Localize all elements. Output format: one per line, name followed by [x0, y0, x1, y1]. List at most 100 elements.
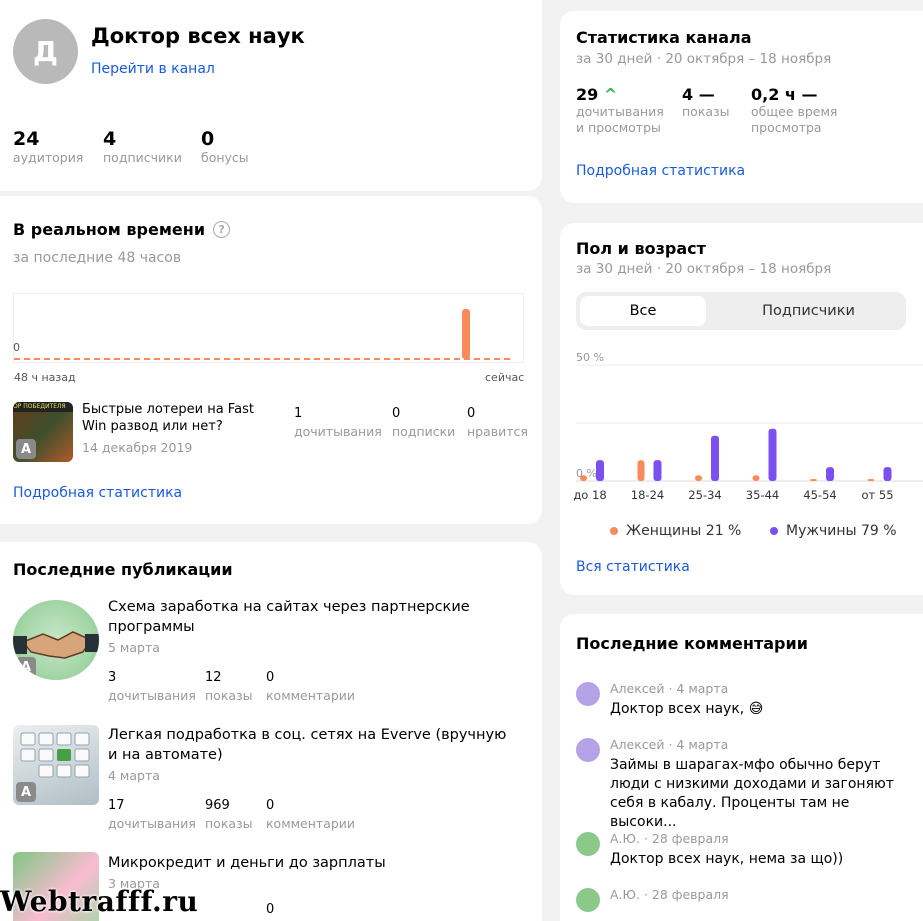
article-reads-label: дочитывания [294, 424, 382, 439]
publication-comments-label: комментарии [266, 816, 356, 831]
bar-women-25-34[interactable] [695, 475, 702, 481]
reads-views-value: 29 [576, 85, 599, 104]
article-likes-stat: 0 нравится [467, 406, 528, 439]
bar-women-до-18[interactable] [580, 475, 587, 481]
bar-men-45-54[interactable] [826, 467, 834, 481]
subscribers-label: подписчики [103, 150, 182, 165]
article-thumbnail[interactable]: ОР ПОБЕДИТЕЛЯ А [13, 402, 73, 462]
realtime-chart [13, 293, 524, 363]
realtime-details-link[interactable]: Подробная статистика [13, 485, 182, 501]
legend-men-dot [770, 527, 778, 535]
publication-comments-stat: 0 комментарии [266, 798, 355, 831]
x-tick-label: от 55 [861, 488, 893, 502]
bar-women-18-24[interactable] [637, 460, 645, 481]
comment-text[interactable]: Займы в шарагах-мфо обычно берут люди с … [610, 756, 905, 832]
channel-stats-details-link[interactable]: Подробная статистика [576, 163, 745, 179]
question-icon[interactable]: ? [213, 221, 231, 238]
channel-avatar[interactable]: Д [13, 19, 78, 84]
impressions-stat: 4 — показы [682, 85, 730, 120]
publication-views-value: 969 [205, 798, 230, 813]
comment-avatar[interactable] [576, 832, 600, 856]
publication-reads-label: дочитывания [108, 816, 196, 831]
comment-meta: А.Ю. · 28 февраля [610, 887, 729, 902]
article-badge: А [16, 439, 36, 459]
bar-men-от-55[interactable] [883, 467, 892, 481]
publication-reads-label: дочитывания [108, 688, 196, 703]
comment-avatar[interactable] [576, 888, 600, 912]
bar-men-18-24[interactable] [653, 460, 662, 481]
go-to-channel-link[interactable]: Перейти в канал [91, 61, 215, 77]
bar-men-35-44[interactable] [768, 428, 777, 481]
x-tick-label: 45-54 [803, 488, 836, 502]
publication-reads-value: 3 [108, 670, 117, 685]
thumbnail-caption: ОР ПОБЕДИТЕЛЯ [13, 402, 73, 412]
legend-women-label: Женщины 21 % [626, 523, 742, 539]
reads-views-label-1: дочитывания [576, 104, 664, 119]
bar-men-до-18[interactable] [596, 460, 604, 481]
impressions-label: показы [682, 104, 730, 119]
publication-reads-stat: 3 дочитывания [108, 670, 196, 703]
gender-age-card: Пол и возраст за 30 дней · 20 октября – … [560, 223, 923, 595]
trend-flat-icon: — [801, 85, 818, 104]
trend-flat-icon: — [698, 85, 715, 104]
publication-date: 4 марта [108, 768, 160, 783]
tab-subscribers[interactable]: Подписчики [716, 296, 901, 326]
legend-women-dot [610, 527, 618, 535]
publication-badge: А [16, 657, 36, 677]
channel-stats-period: за 30 дней · 20 октября – 18 ноября [576, 51, 832, 67]
x-tick-label: 35-44 [746, 488, 779, 502]
legend-men-label: Мужчины 79 % [786, 523, 897, 539]
publication-title[interactable]: Микрокредит и деньги до зарплаты [108, 853, 513, 873]
article-title[interactable]: Быстрые лотереи на Fast Win развод или н… [82, 401, 272, 435]
watch-time-label-2: просмотра [751, 120, 822, 135]
bar-men-25-34[interactable] [711, 435, 719, 481]
publication-comments-value: 0 [266, 670, 275, 685]
publication-reads-value: 17 [108, 798, 125, 813]
channel-stats-title: Статистика канала [576, 28, 752, 47]
impressions-value: 4 [682, 85, 694, 104]
realtime-title: В реальном времени [13, 220, 206, 239]
publication-title[interactable]: Схема заработка на сайтах через партнерс… [108, 597, 513, 637]
comment-text[interactable]: Доктор всех наук, нема за що)) [610, 850, 905, 869]
publication-reads-stat: 17 дочитывания [108, 798, 196, 831]
bonuses-label: бонусы [201, 150, 249, 165]
legend-men: Мужчины 79 % [770, 523, 897, 539]
comment-text[interactable]: Доктор всех наук, 😅 [610, 700, 905, 719]
publication-views-label: показы [205, 816, 253, 831]
bar-women-от-55[interactable] [867, 479, 875, 481]
publication-title[interactable]: Легкая подработка в соц. сетях на Everve… [108, 725, 513, 765]
publication-comments-label: комментарии [266, 688, 356, 703]
watermark: Webtrafff.ru [0, 885, 199, 918]
article-subs-label: подписки [392, 424, 456, 439]
comment-avatar[interactable] [576, 682, 600, 706]
comments-card: Последние комментарии Алексей · 4 марта … [560, 614, 923, 921]
publication-thumbnail[interactable]: А [13, 600, 99, 680]
article-reads-stat: 1 дочитывания [294, 406, 382, 439]
publications-title: Последние публикации [13, 560, 233, 579]
x-tick-label: 25-34 [688, 488, 721, 502]
publication-thumbnail[interactable]: А [13, 725, 99, 805]
realtime-spike-bar[interactable] [462, 309, 470, 359]
audience-stat: 24 аудитория [13, 128, 83, 166]
bar-women-45-54[interactable] [810, 479, 817, 481]
article-likes-value: 0 [467, 406, 476, 421]
publication-views-label: показы [205, 688, 253, 703]
audience-segment-control: Все Подписчики [576, 292, 906, 330]
x-tick-label: 18-24 [631, 488, 664, 502]
publication-views-value: 12 [205, 670, 222, 685]
article-subs-value: 0 [392, 406, 401, 421]
comment-avatar[interactable] [576, 738, 600, 762]
comments-title: Последние комментарии [576, 634, 808, 653]
y-tick-top: 50 % [576, 351, 604, 364]
comment-meta: Алексей · 4 марта [610, 681, 729, 696]
legend-women: Женщины 21 % [610, 523, 741, 539]
comment-meta: Алексей · 4 марта [610, 737, 729, 752]
realtime-chart-svg [14, 309, 514, 360]
reads-views-label-2: и просмотры [576, 120, 661, 135]
gender-age-title: Пол и возраст [576, 239, 706, 258]
publication-views-stat: 12 показы [205, 670, 253, 703]
profile-card: Д Доктор всех наук Перейти в канал 24 ау… [0, 0, 542, 191]
bar-women-35-44[interactable] [752, 475, 760, 481]
all-stats-link[interactable]: Вся статистика [576, 559, 690, 575]
tab-all[interactable]: Все [580, 296, 706, 326]
